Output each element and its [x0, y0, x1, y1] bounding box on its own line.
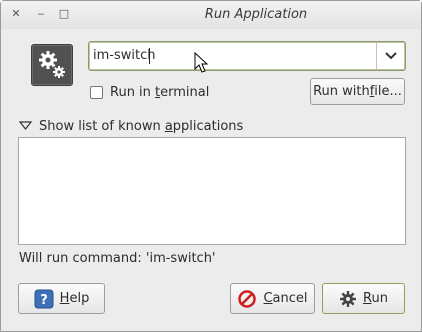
- chevron-down-icon: [385, 52, 397, 60]
- cancel-label: Cancel: [263, 291, 308, 306]
- window-title: Run Application: [204, 7, 308, 22]
- mouse-pointer-icon: [194, 52, 209, 73]
- run-label: Run: [363, 291, 388, 306]
- cancel-button[interactable]: Cancel: [230, 283, 315, 314]
- run-in-terminal-label[interactable]: Run in terminal: [110, 85, 209, 100]
- run-button[interactable]: Run: [322, 283, 405, 314]
- titlebar: ✕ ‒ □ Run Application: [1, 1, 421, 29]
- command-input[interactable]: [91, 44, 373, 66]
- gear-icon: [31, 44, 73, 86]
- help-button[interactable]: ? Help: [18, 283, 105, 314]
- svg-text:?: ?: [40, 293, 48, 308]
- known-applications-expander[interactable]: Show list of known applications: [19, 117, 243, 135]
- help-icon: ?: [34, 289, 54, 309]
- status-text: Will run command: 'im-switch': [19, 251, 216, 266]
- gear-icon: [339, 290, 357, 308]
- run-in-terminal-row[interactable]: Run in terminal: [90, 83, 209, 101]
- run-with-file-button[interactable]: Run with f ile...: [310, 78, 405, 105]
- expander-label: Show list of known applications: [39, 118, 244, 134]
- cancel-icon: [237, 289, 257, 309]
- command-combobox[interactable]: [88, 41, 406, 71]
- known-applications-list[interactable]: [18, 137, 406, 245]
- text-cursor: [149, 48, 150, 64]
- run-in-terminal-checkbox[interactable]: [90, 85, 103, 99]
- help-label: Help: [59, 291, 90, 306]
- combo-dropdown-button[interactable]: [377, 42, 405, 70]
- triangle-down-icon: [19, 121, 33, 130]
- run-application-dialog: ✕ ‒ □ Run Application im-switch Run in t…: [0, 0, 422, 332]
